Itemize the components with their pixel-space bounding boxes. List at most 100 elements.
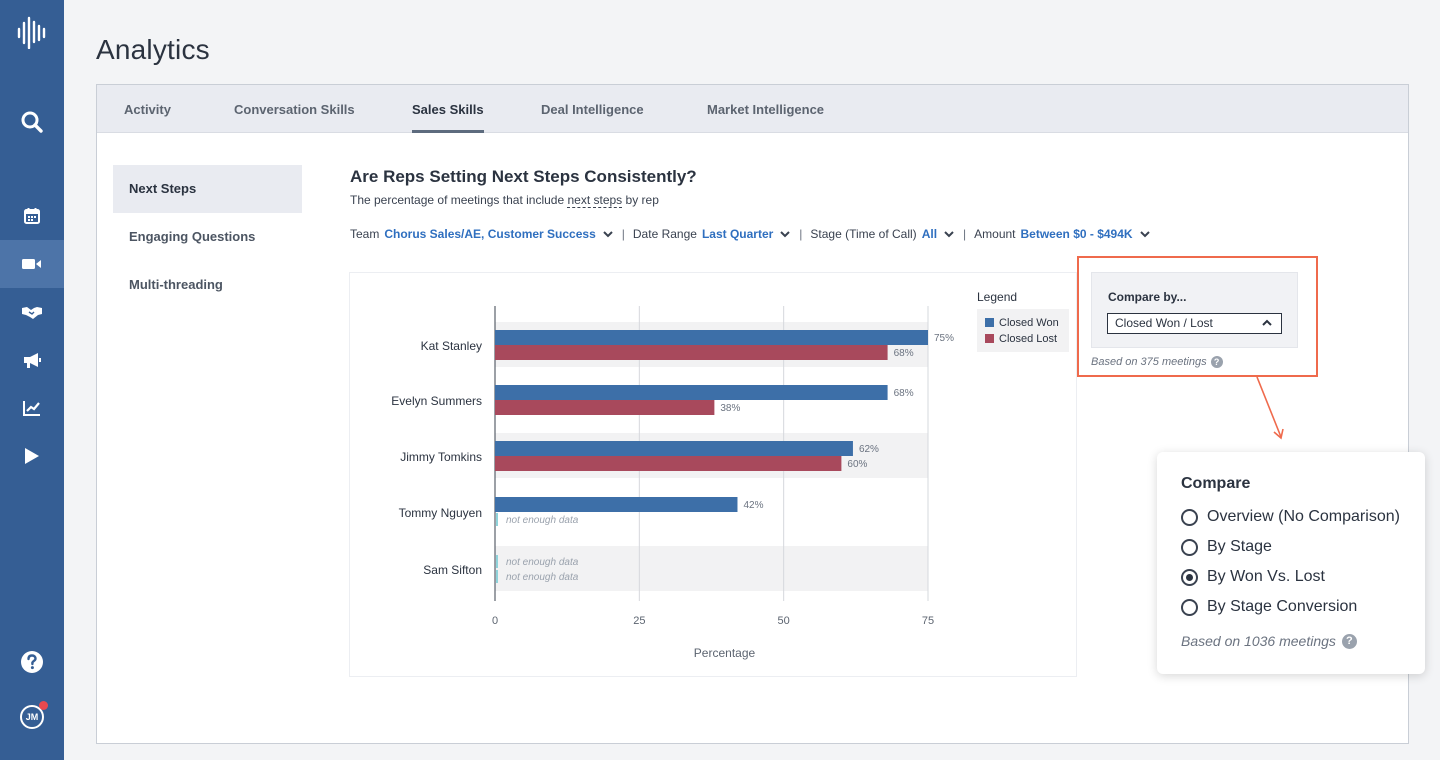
radio-button[interactable] [1181, 538, 1198, 556]
team-filter-value[interactable]: Chorus Sales/AE, Customer Success [384, 227, 595, 241]
calendar-icon[interactable] [0, 192, 64, 240]
no-data-label: not enough data [506, 515, 579, 526]
no-data-marker [496, 555, 498, 568]
compare-popover: Compare Overview (No Comparison) By Stag… [1157, 452, 1425, 674]
chart-container: Kat Stanley 75% 68% Evelyn Summers 68% 38% Jim… [349, 272, 1077, 677]
popover-title: Compare [1181, 475, 1251, 492]
filter-divider: | [621, 227, 625, 241]
category-label: Evelyn Summers [391, 394, 482, 408]
data-label: 68% [894, 388, 914, 399]
bar-chart: Kat Stanley 75% 68% Evelyn Summers 68% 38% Jim… [391, 290, 1069, 660]
team-filter-label: Team [350, 227, 380, 241]
no-data-label: not enough data [506, 557, 579, 568]
subnav-engaging-questions[interactable]: Engaging Questions [113, 213, 302, 261]
legend-swatch [985, 334, 994, 343]
data-label: 60% [847, 459, 867, 470]
next-steps-link[interactable]: next steps [567, 193, 623, 208]
page-title: Analytics [96, 34, 210, 65]
bar-closed-won [495, 330, 928, 345]
sidebar: JM [0, 0, 64, 760]
arrow-icon [1256, 376, 1284, 440]
stage-filter-value[interactable]: All [922, 227, 937, 241]
category-label: Sam Sifton [423, 563, 482, 577]
radio-overview[interactable]: Overview (No Comparison) [1181, 506, 1400, 528]
radio-label: By Won Vs. Lost [1207, 568, 1325, 585]
data-label: 38% [720, 403, 740, 414]
radio-by-stage[interactable]: By Stage [1181, 536, 1272, 558]
tab-market-intelligence[interactable]: Market Intelligence [707, 85, 824, 133]
bar-closed-lost [495, 400, 715, 415]
data-label: 75% [934, 333, 954, 344]
radio-label: By Stage Conversion [1207, 598, 1358, 615]
tab-bar: Activity Conversation Skills Sales Skill… [97, 85, 1408, 133]
radio-button[interactable] [1181, 598, 1198, 616]
subnav-multi-threading[interactable]: Multi-threading [113, 261, 302, 309]
stage-filter-label: Stage (Time of Call) [810, 227, 917, 241]
bar-closed-lost [495, 345, 888, 360]
play-icon[interactable] [0, 432, 64, 480]
legend-title: Legend [977, 290, 1017, 304]
avatar-initials: JM [25, 712, 39, 722]
bar-closed-won [495, 497, 738, 512]
no-data-marker [496, 513, 498, 526]
section-heading: Are Reps Setting Next Steps Consistently… [350, 167, 697, 186]
no-data-label: not enough data [506, 572, 579, 583]
radio-button-selected[interactable] [1181, 568, 1198, 586]
tab-deal-intelligence[interactable]: Deal Intelligence [541, 85, 644, 133]
x-axis-label: Percentage [694, 646, 756, 660]
filter-bar: Team Chorus Sales/AE, Customer Success |… [350, 225, 1159, 243]
radio-button[interactable] [1181, 508, 1198, 526]
notification-dot [39, 701, 48, 710]
bar-closed-won [495, 441, 853, 456]
row-band [495, 546, 928, 591]
date-filter-label: Date Range [632, 227, 697, 241]
logo-bars-icon[interactable] [0, 8, 64, 56]
avatar[interactable]: JM [0, 693, 64, 741]
tab-activity[interactable]: Activity [124, 85, 171, 133]
chevron-down-icon[interactable] [602, 228, 614, 240]
section-subheading: The percentage of meetings that include … [350, 193, 659, 208]
filter-divider: | [799, 227, 803, 241]
megaphone-icon[interactable] [0, 336, 64, 384]
subheading-suffix: by rep [622, 193, 659, 207]
line-chart-icon[interactable] [0, 384, 64, 432]
help-icon[interactable]: ? [1341, 633, 1357, 649]
data-label: 68% [894, 348, 914, 359]
chevron-down-icon[interactable] [943, 228, 955, 240]
category-label: Tommy Nguyen [399, 506, 482, 520]
tab-sales-skills[interactable]: Sales Skills [412, 85, 484, 133]
handshake-icon[interactable] [0, 288, 64, 336]
subheading-text: The percentage of meetings that include [350, 193, 568, 207]
amount-filter-value[interactable]: Between $0 - $494K [1021, 227, 1133, 241]
radio-label: Overview (No Comparison) [1207, 508, 1400, 525]
search-icon[interactable] [0, 98, 64, 146]
x-tick-label: 25 [633, 615, 645, 627]
category-label: Kat Stanley [421, 339, 482, 353]
subnav-next-steps[interactable]: Next Steps [113, 165, 302, 213]
chevron-down-icon[interactable] [1139, 228, 1151, 240]
chevron-down-icon[interactable] [779, 228, 791, 240]
data-label: 62% [859, 444, 879, 455]
data-label: 42% [743, 500, 763, 511]
date-filter-value[interactable]: Last Quarter [702, 227, 773, 241]
highlight-outline [1077, 256, 1318, 377]
x-tick-label: 0 [492, 615, 498, 627]
x-tick-label: 75 [922, 615, 934, 627]
filter-divider: | [963, 227, 967, 241]
x-tick-label: 50 [778, 615, 790, 627]
popover-based-on-text: Based on 1036 meetings [1181, 633, 1336, 649]
radio-label: By Stage [1207, 538, 1272, 555]
popover-based-on: Based on 1036 meetings ? [1181, 633, 1357, 649]
help-icon[interactable] [0, 638, 64, 686]
video-icon[interactable] [0, 240, 64, 288]
category-label: Jimmy Tomkins [400, 450, 482, 464]
no-data-marker [496, 570, 498, 583]
bar-closed-won [495, 385, 888, 400]
tab-conversation-skills[interactable]: Conversation Skills [234, 85, 355, 133]
radio-by-won-vs-lost[interactable]: By Won Vs. Lost [1181, 566, 1325, 588]
legend-label: Closed Lost [999, 333, 1057, 345]
legend-box [977, 309, 1069, 352]
bar-closed-lost [495, 456, 842, 471]
radio-by-stage-conversion[interactable]: By Stage Conversion [1181, 596, 1357, 618]
legend-label: Closed Won [999, 317, 1059, 329]
